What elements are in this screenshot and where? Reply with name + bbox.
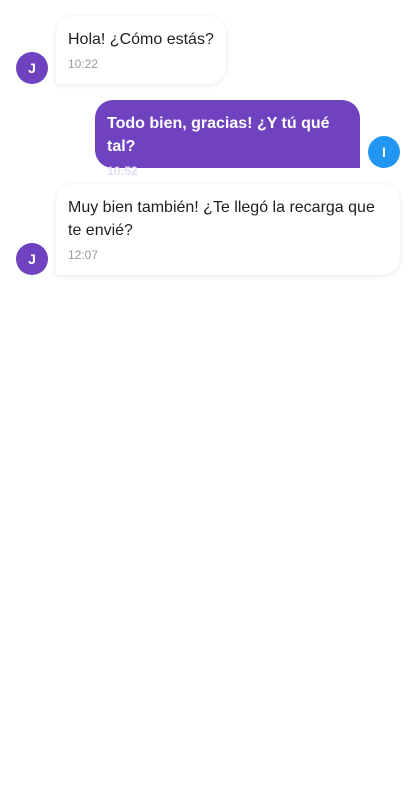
message-time: 10:22 <box>68 57 99 71</box>
avatar-initial: J <box>28 251 36 267</box>
avatar[interactable]: I <box>368 136 400 168</box>
message-text: Hola! ¿Cómo estás? <box>68 31 214 48</box>
message-bubble[interactable]: Muy bien también! ¿Te llegó la recarga q… <box>56 184 400 275</box>
message-bubble[interactable]: Hola! ¿Cómo estás? 10:22 <box>56 16 226 84</box>
avatar-initial: I <box>382 144 386 160</box>
chat-thread: J Hola! ¿Cómo estás? 10:22 Todo bien, gr… <box>0 0 416 794</box>
message-text: Muy bien también! ¿Te llegó la recarga q… <box>68 199 375 239</box>
avatar[interactable]: J <box>16 52 48 84</box>
message-text: Todo bien, gracias! ¿Y tú qué tal? <box>107 115 330 155</box>
avatar-initial: J <box>28 60 36 76</box>
message-time: 10:52 <box>107 164 138 178</box>
message-bubble[interactable]: Todo bien, gracias! ¿Y tú qué tal? 10:52 <box>95 100 360 178</box>
message-time: 12:07 <box>68 248 99 262</box>
avatar[interactable]: J <box>16 243 48 275</box>
